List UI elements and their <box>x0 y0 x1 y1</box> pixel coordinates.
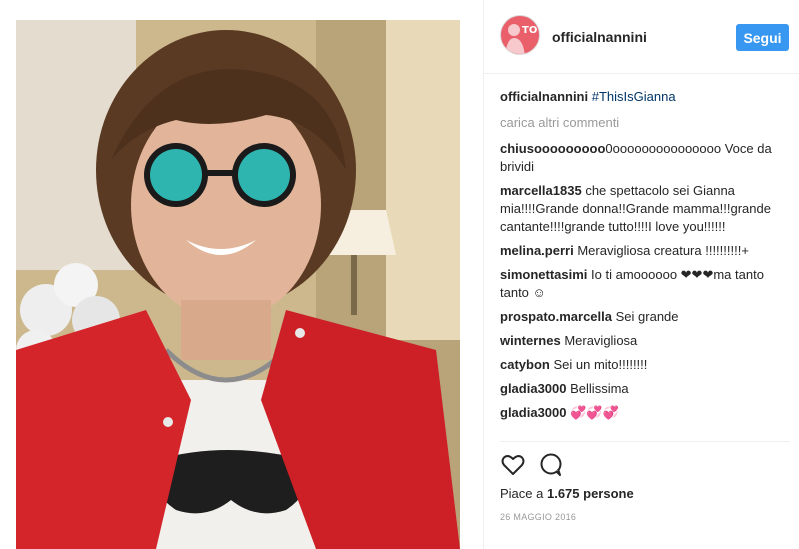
comment-username[interactable]: prospato.marcella <box>500 309 612 324</box>
comment-username[interactable]: winternes <box>500 333 561 348</box>
caption-hashtag[interactable]: #ThisIsGianna <box>592 89 676 104</box>
comment-username[interactable]: melina.perri <box>500 243 574 258</box>
comment-username[interactable]: catybon <box>500 357 550 372</box>
actions-divider <box>500 441 790 442</box>
comment-text: Bellissima <box>570 381 629 396</box>
post-photo[interactable] <box>16 20 460 549</box>
comment-text: Sei un mito!!!!!!!! <box>553 357 648 372</box>
likes-count[interactable]: Piace a 1.675 persone <box>500 486 634 501</box>
comment-text: Meravigliosa creatura !!!!!!!!!!+ <box>577 243 749 258</box>
comment-item: catybon Sei un mito!!!!!!!! <box>500 356 790 374</box>
comment-item: melina.perri Meravigliosa creatura !!!!!… <box>500 242 790 260</box>
comment-item: simonettasimi Io ti amoooooo ❤❤❤ma tanto… <box>500 266 790 302</box>
caption-username[interactable]: officialnannini <box>500 89 588 104</box>
comment-item: chiusooooooooo0ooooooooooooooo Voce da b… <box>500 140 790 176</box>
comment-username[interactable]: simonettasimi <box>500 267 587 282</box>
post-date: 26 MAGGIO 2016 <box>500 512 577 522</box>
follow-button[interactable]: Segui <box>736 24 789 51</box>
comment-item: prospato.marcella Sei grande <box>500 308 790 326</box>
likes-number: 1.675 persone <box>546 486 634 501</box>
comment-bubble-icon[interactable] <box>538 452 564 478</box>
likes-prefix: Piace a <box>500 486 547 501</box>
comments-list: officialnannini #ThisIsGianna carica alt… <box>500 88 790 440</box>
comment-text: Sei grande <box>615 309 679 324</box>
avatar[interactable]: TO <box>500 15 540 55</box>
comment-username[interactable]: marcella1835 <box>500 183 582 198</box>
comment-item: marcella1835 che spettacolo sei Gianna m… <box>500 182 790 236</box>
comment-item: gladia3000 💞💞💞 <box>500 404 790 422</box>
comment-text: 💞💞💞 <box>570 405 619 420</box>
comment-text: Meravigliosa <box>564 333 638 348</box>
comment-item: winternes Meravigliosa <box>500 332 790 350</box>
header-username[interactable]: officialnannini <box>552 29 647 45</box>
post-caption: officialnannini #ThisIsGianna <box>500 88 790 106</box>
comment-username[interactable]: gladia3000 <box>500 381 567 396</box>
photo-illustration <box>16 20 460 549</box>
post-header: TO officialnannini Segui <box>483 0 799 74</box>
load-more-comments[interactable]: carica altri commenti <box>500 114 790 132</box>
comment-username[interactable]: chiusooooooooo <box>500 141 605 156</box>
comment-item: gladia3000 Bellissima <box>500 380 790 398</box>
post-sidebar: TO officialnannini Segui officialnannini… <box>483 0 799 549</box>
avatar-text: TO <box>522 25 538 36</box>
comment-username[interactable]: gladia3000 <box>500 405 567 420</box>
heart-icon[interactable] <box>500 452 526 478</box>
